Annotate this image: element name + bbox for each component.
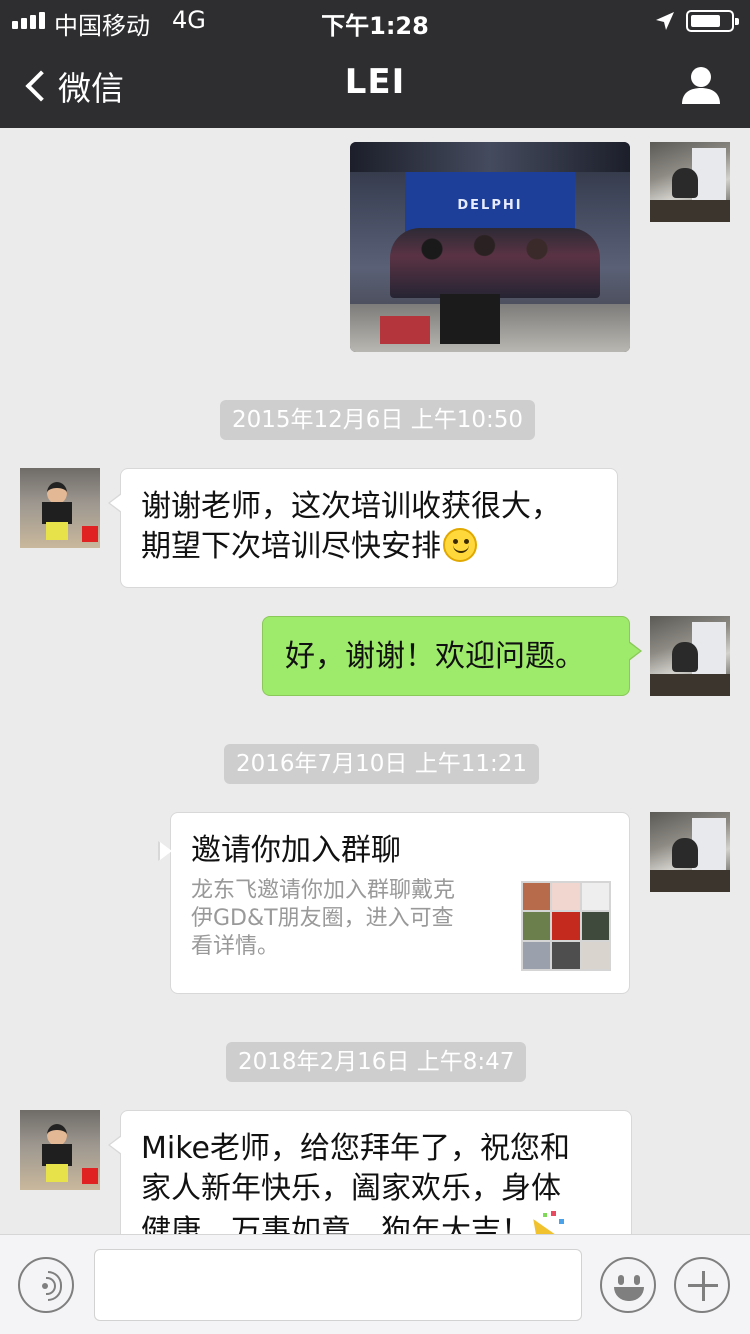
group-avatar-grid bbox=[521, 881, 611, 971]
invite-description-line: 龙东飞邀请你加入群聊戴克 bbox=[191, 878, 456, 903]
message-text: 好，谢谢！欢迎问题。 bbox=[285, 639, 585, 674]
avatar[interactable] bbox=[650, 812, 730, 892]
group-member-thumbnail bbox=[552, 912, 580, 940]
input-bar bbox=[0, 1234, 750, 1334]
group-member-thumbnail bbox=[552, 941, 580, 969]
message-input[interactable] bbox=[94, 1249, 582, 1321]
avatar[interactable] bbox=[20, 468, 100, 548]
group-member-thumbnail bbox=[581, 883, 609, 911]
photo-sign-text: DELPHI bbox=[457, 198, 523, 213]
group-member-thumbnail bbox=[523, 912, 551, 940]
more-button[interactable] bbox=[674, 1257, 730, 1313]
emoji-button[interactable] bbox=[600, 1257, 656, 1313]
message-text: 健康，万事如意，狗年大吉！ bbox=[141, 1214, 531, 1234]
group-member-thumbnail bbox=[581, 912, 609, 940]
avatar[interactable] bbox=[650, 616, 730, 696]
timestamp: 2016年7月10日 上午11:21 bbox=[224, 744, 540, 784]
invite-description-line: 伊GD&T朋友圈，进入可查 bbox=[191, 906, 454, 931]
timestamp: 2015年12月6日 上午10:50 bbox=[220, 400, 536, 440]
group-member-thumbnail bbox=[523, 883, 551, 911]
invite-title: 邀请你加入群聊 bbox=[191, 833, 401, 868]
photo-message[interactable]: DELPHI bbox=[350, 142, 630, 352]
avatar[interactable] bbox=[20, 1110, 100, 1190]
message-text: 期望下次培训尽快安排 bbox=[141, 529, 441, 564]
group-member-thumbnail bbox=[552, 883, 580, 911]
smile-emoji bbox=[443, 528, 477, 562]
chat-area[interactable]: DELPHI 2015年12月6日 上午10:50 谢谢老师，这次培训收获很大，… bbox=[0, 128, 750, 1234]
navigation-bar: 微信 LEI bbox=[0, 40, 750, 128]
avatar[interactable] bbox=[650, 142, 730, 222]
battery-icon bbox=[686, 10, 739, 32]
message-text: 谢谢老师，这次培训收获很大， bbox=[141, 489, 561, 524]
status-time: 下午1:28 bbox=[321, 12, 429, 40]
group-member-thumbnail bbox=[523, 941, 551, 969]
message-text: 家人新年快乐，阖家欢乐，身体 bbox=[141, 1171, 561, 1206]
battery-level bbox=[691, 15, 720, 27]
message-bubble[interactable]: Mike老师，给您拜年了，祝您和 家人新年快乐，阖家欢乐，身体 健康，万事如意，… bbox=[108, 1110, 632, 1234]
invite-description: 龙东飞邀请你加入群聊戴克 伊GD&T朋友圈，进入可查 看详情。 bbox=[191, 877, 511, 961]
timestamp: 2018年2月16日 上午8:47 bbox=[226, 1042, 527, 1082]
chat-title: LEI bbox=[344, 62, 406, 102]
status-bar: 中国移动 4G 下午1:28 bbox=[0, 0, 750, 40]
voice-button[interactable] bbox=[18, 1257, 74, 1313]
message-bubble[interactable]: 好，谢谢！欢迎问题。 bbox=[262, 616, 642, 696]
party-popper-emoji bbox=[531, 1209, 567, 1234]
message-text: Mike老师，给您拜年了，祝您和 bbox=[141, 1131, 570, 1166]
group-member-thumbnail bbox=[581, 941, 609, 969]
person-icon[interactable] bbox=[680, 64, 722, 106]
group-invite-card[interactable]: 邀请你加入群聊 龙东飞邀请你加入群聊戴克 伊GD&T朋友圈，进入可查 看详情。 bbox=[158, 812, 630, 994]
message-bubble[interactable]: 谢谢老师，这次培训收获很大， 期望下次培训尽快安排 bbox=[108, 468, 618, 588]
invite-description-line: 看详情。 bbox=[191, 934, 280, 959]
location-arrow-icon bbox=[656, 12, 674, 30]
